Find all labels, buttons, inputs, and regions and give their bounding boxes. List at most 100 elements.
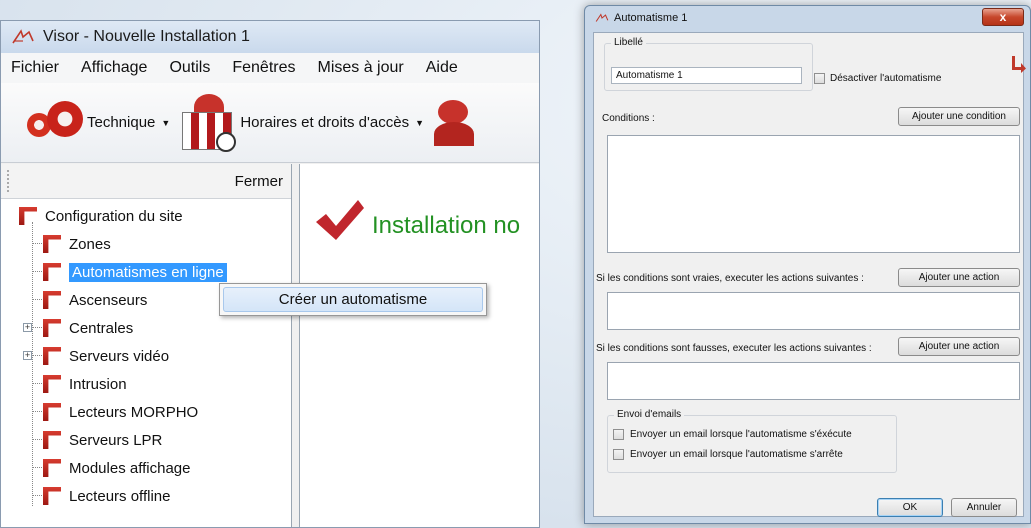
true-actions-list[interactable] [607,292,1020,330]
dialog-body: Libellé Automatisme 1 Désactiver l'autom… [593,32,1027,517]
email-group: Envoi d'emails [607,409,897,473]
false-actions-list[interactable] [607,362,1020,400]
tree-item-lecteurs-offline[interactable]: Lecteurs offline [43,485,170,507]
email-on-stop-label: Envoyer un email lorsque l'automatisme s… [630,449,843,460]
create-automatism-menu-item[interactable]: Créer un automatisme [223,287,483,312]
panel-header: Fermer [1,164,291,199]
tree-item-intrusion[interactable]: Intrusion [43,373,127,395]
tree-node-label: Lecteurs MORPHO [69,403,199,421]
site-config-panel: Fermer Configuration du site Zones Autom… [1,164,292,527]
technique-button[interactable]: Technique ▼ [27,100,171,145]
tree-item-serveurs-lpr[interactable]: Serveurs LPR [43,429,162,451]
horaires-button[interactable]: Horaires et droits d'accès ▼ [180,93,424,152]
app-logo-icon [12,29,34,44]
tree-node-label: Ascenseurs [69,291,148,309]
false-actions-label: Si les conditions sont fausses, executer… [596,343,872,354]
tree-connector [32,299,42,300]
dropdown-arrow-icon: ▼ [415,117,424,128]
folder-flag-icon [43,347,61,365]
add-true-action-button[interactable]: Ajouter une action [898,268,1020,287]
tree-item-modules-affichage[interactable]: Modules affichage [43,457,190,479]
folder-flag-icon [43,235,61,253]
tree-node-label: Intrusion [69,375,127,393]
add-false-action-button[interactable]: Ajouter une action [898,337,1020,356]
folder-flag-icon [19,207,37,225]
disable-automatism-label: Désactiver l'automatisme [830,73,942,84]
tree-node-label: Serveurs LPR [69,431,163,449]
users-icon [434,98,474,148]
folder-flag-icon [43,263,61,281]
menu-mises-a-jour[interactable]: Mises à jour [317,59,403,77]
tree-item-zones[interactable]: Zones [43,233,111,255]
tree-root-configuration[interactable]: Configuration du site [19,205,183,227]
tree-connector [32,411,42,412]
conditions-label: Conditions : [602,113,655,124]
tree-node-label: Configuration du site [45,207,183,225]
tree-connector [32,383,42,384]
tree-item-ascenseurs[interactable]: Ascenseurs [43,289,147,311]
folder-flag-icon [43,487,61,505]
conditions-list[interactable] [607,135,1020,253]
tree-node-label: Centrales [69,319,134,337]
email-legend: Envoi d'emails [614,409,685,420]
main-window: Visor - Nouvelle Installation 1 Fichier … [0,20,540,528]
dialog-title: Automatisme 1 [614,12,688,24]
tree-connector [32,271,42,272]
disable-automatism-checkbox[interactable] [814,73,825,84]
tree-connector [32,243,42,244]
tree-item-centrales[interactable]: Centrales [43,317,133,339]
menu-fenetres[interactable]: Fenêtres [232,59,295,77]
tree-item-automatismes[interactable]: Automatismes en ligne [43,261,227,283]
tree-connector [32,355,42,356]
checkmark-icon [316,200,364,240]
tree-connector [32,495,42,496]
tree-node-label: Lecteurs offline [69,487,171,505]
expand-centrales-icon[interactable]: + [23,323,32,332]
tree-connector [32,222,33,506]
grip-handle[interactable] [7,170,11,192]
tree-item-serveurs-video[interactable]: Serveurs vidéo [43,345,169,367]
app-logo-icon [595,13,609,22]
menu-aide[interactable]: Aide [426,59,458,77]
dialog-title-bar: Automatisme 1 [585,6,1030,30]
tree-connector [32,439,42,440]
libelle-legend: Libellé [611,37,646,48]
exit-arrow-icon[interactable] [1009,55,1027,73]
tree-connector [32,467,42,468]
folder-flag-icon [43,403,61,421]
automatisme-dialog: Automatisme 1 x Libellé Automatisme 1 Dé… [584,5,1031,524]
context-menu: Créer un automatisme [219,283,487,316]
main-title: Visor - Nouvelle Installation 1 [43,28,250,45]
tree-node-label: Automatismes en ligne [69,262,227,282]
technique-label: Technique [87,114,156,131]
true-actions-label: Si les conditions sont vraies, executer … [596,273,864,284]
close-dialog-button[interactable]: x [982,8,1024,26]
users-button[interactable] [434,98,474,148]
content-area: Installation no [299,164,539,527]
email-on-run-checkbox[interactable] [613,429,624,440]
email-on-stop-checkbox[interactable] [613,449,624,460]
menu-bar: Fichier Affichage Outils Fenêtres Mises … [1,53,539,83]
close-panel-button[interactable]: Fermer [235,173,283,190]
expand-serveurs-video-icon[interactable]: + [23,351,32,360]
folder-flag-icon [43,291,61,309]
tree-node-label: Modules affichage [69,459,191,477]
folder-flag-icon [43,375,61,393]
email-on-run-label: Envoyer un email lorsque l'automatisme s… [630,429,852,440]
menu-fichier[interactable]: Fichier [11,59,59,77]
installation-message: Installation no [372,212,521,239]
menu-affichage[interactable]: Affichage [81,59,147,77]
main-title-bar: Visor - Nouvelle Installation 1 [1,21,539,53]
folder-flag-icon [43,431,61,449]
dropdown-arrow-icon: ▼ [161,117,171,128]
gears-icon [27,100,85,145]
folder-flag-icon [43,319,61,337]
menu-outils[interactable]: Outils [169,59,210,77]
add-condition-button[interactable]: Ajouter une condition [898,107,1020,126]
ok-button[interactable]: OK [877,498,943,517]
libelle-input[interactable]: Automatisme 1 [611,67,802,84]
tree-node-label: Serveurs vidéo [69,347,170,365]
tree-item-lecteurs-morpho[interactable]: Lecteurs MORPHO [43,401,198,423]
cancel-button[interactable]: Annuler [951,498,1017,517]
calendar-clock-icon [180,93,238,152]
